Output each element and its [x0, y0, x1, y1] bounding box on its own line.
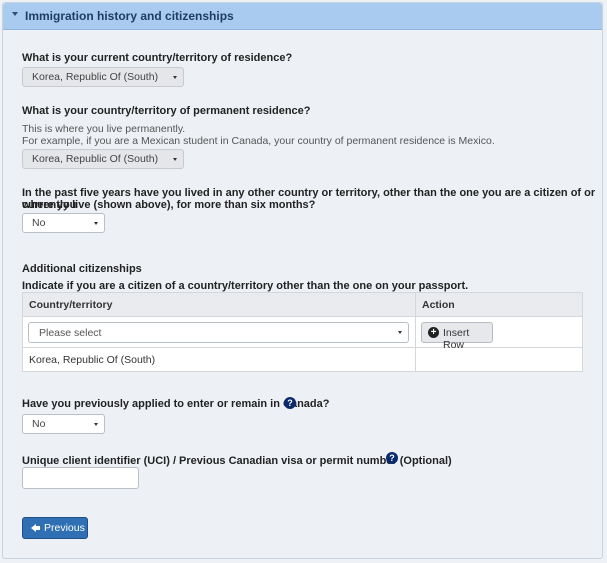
column-header-country: Country/territory — [22, 292, 416, 317]
chevron-down-icon — [398, 330, 402, 334]
uci-input[interactable] — [22, 467, 139, 489]
help-icon[interactable]: ? — [284, 397, 296, 409]
previous-label: Previous — [44, 522, 85, 534]
past-five-years-select[interactable]: No — [22, 213, 105, 233]
past-five-years-question-line2: currently live (shown above), for more t… — [22, 199, 316, 211]
chevron-down-icon — [94, 222, 98, 225]
insert-row-cell: + Insert Row — [415, 316, 583, 351]
citizenships-instruction: Indicate if you are a citizen of a count… — [22, 280, 469, 292]
column-header-action: Action — [415, 292, 583, 317]
panel-header[interactable]: Immigration history and citizenships — [3, 3, 602, 30]
panel-title: Immigration history and citizenships — [25, 9, 234, 23]
residence-question: What is your current country/territory o… — [22, 52, 293, 64]
table-row: Please select + Insert Row — [22, 316, 583, 351]
country-select[interactable]: Please select — [28, 321, 409, 343]
permanent-help-line2: For example, if you are a Mexican studen… — [22, 135, 495, 147]
arrow-left-icon-stem — [36, 526, 40, 530]
row-country: Korea, Republic Of (South) — [22, 347, 416, 372]
insert-row-button[interactable]: + Insert Row — [421, 321, 493, 351]
chevron-down-icon — [173, 76, 177, 79]
citizenships-table: Country/territory Action Please select +… — [22, 292, 583, 372]
permanent-select-value: Korea, Republic Of (South) — [32, 153, 159, 165]
table-row: Korea, Republic Of (South) — [22, 347, 583, 372]
chevron-down-icon[interactable] — [12, 12, 18, 16]
help-icon[interactable]: ? — [386, 452, 398, 464]
country-select-cell: Please select — [22, 316, 416, 348]
chevron-down-icon — [94, 423, 98, 426]
past-five-years-select-value: No — [32, 217, 46, 229]
chevron-down-icon — [173, 158, 177, 161]
permanent-select[interactable]: Korea, Republic Of (South) — [22, 149, 184, 169]
permanent-question: What is your country/territory of perman… — [22, 105, 311, 117]
previous-application-select[interactable]: No — [22, 414, 105, 434]
country-select-placeholder: Please select — [39, 326, 102, 339]
permanent-help-line1: This is where you live permanently. — [22, 123, 186, 135]
plus-circle-icon: + — [428, 326, 439, 338]
residence-select[interactable]: Korea, Republic Of (South) — [22, 67, 184, 87]
citizenships-heading: Additional citizenships — [22, 263, 142, 275]
previous-application-select-value: No — [32, 418, 46, 430]
row-action — [415, 347, 583, 372]
residence-select-value: Korea, Republic Of (South) — [32, 71, 159, 83]
previous-button[interactable]: Previous — [22, 517, 88, 539]
